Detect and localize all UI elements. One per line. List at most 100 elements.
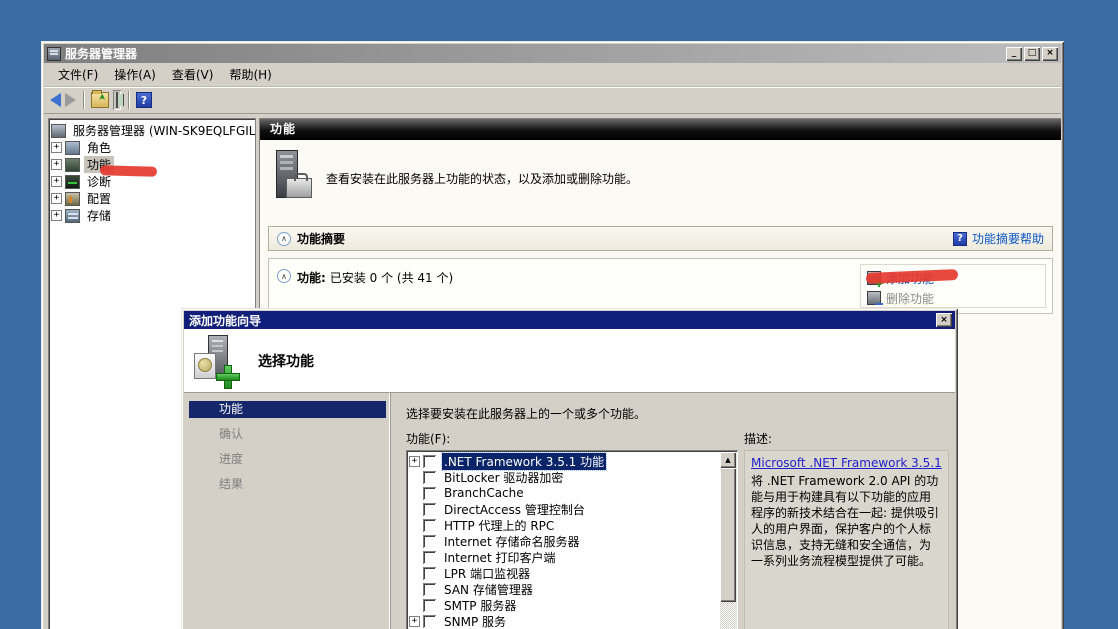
feature-label[interactable]: SAN 存储管理器 — [442, 581, 535, 598]
tree-item-label: 配置 — [84, 190, 114, 207]
menu-view[interactable]: 查看(V) — [164, 63, 222, 86]
remove-features-link[interactable]: 删除功能 — [886, 290, 934, 307]
feature-row[interactable]: BranchCache — [409, 485, 720, 501]
server-manager-icon — [51, 124, 66, 138]
feature-checkbox[interactable] — [423, 551, 436, 564]
feature-label[interactable]: Internet 存储命名服务器 — [442, 533, 581, 550]
feature-row[interactable]: LPR 端口监视器 — [409, 565, 720, 581]
window-titlebar[interactable]: 服务器管理器 _ □ × — [44, 44, 1061, 63]
step-confirmation: 确认 — [189, 426, 386, 443]
console-tree-toggle[interactable] — [113, 90, 121, 110]
features-count-label: 功能: — [297, 269, 326, 286]
menu-bar: 文件(F) 操作(A) 查看(V) 帮助(H) — [44, 63, 1061, 87]
dialog-title: 添加功能向导 — [189, 312, 261, 329]
feature-label[interactable]: Internet 打印客户端 — [442, 549, 557, 566]
menu-file[interactable]: 文件(F) — [50, 63, 106, 86]
features-summary-header: ∧ 功能摘要 ? 功能摘要帮助 — [268, 226, 1053, 251]
tree-item-label: 角色 — [84, 139, 114, 156]
expand-icon[interactable]: + — [51, 159, 62, 170]
feature-checkbox[interactable] — [423, 487, 436, 500]
roles-icon — [65, 141, 80, 155]
window-title: 服务器管理器 — [65, 45, 1006, 62]
expand-icon[interactable]: + — [51, 210, 62, 221]
features-icon — [65, 158, 80, 172]
expand-icon[interactable]: + — [409, 456, 420, 467]
feature-checkbox[interactable] — [423, 567, 436, 580]
expand-icon[interactable]: + — [51, 176, 62, 187]
tree-root[interactable]: 服务器管理器 (WIN-SK9EQLFGIL — [51, 122, 255, 139]
add-features-wizard: 添加功能向导 × 选择功能 功能 确认 进度 结果 选择要安装在此服务器上的一个… — [181, 308, 958, 629]
expand-icon[interactable]: + — [409, 616, 420, 627]
description-box: Microsoft .NET Framework 3.5.1 将 .NET Fr… — [744, 450, 949, 629]
step-features[interactable]: 功能 — [189, 401, 386, 418]
tree-item-label: 诊断 — [84, 173, 114, 190]
diagnostics-icon — [65, 175, 80, 189]
wizard-instruction: 选择要安装在此服务器上的一个或多个功能。 — [406, 405, 951, 422]
minimize-button[interactable]: _ — [1006, 47, 1022, 61]
feature-row[interactable]: + .NET Framework 3.5.1 功能 — [409, 453, 720, 469]
feature-label[interactable]: HTTP 代理上的 RPC — [442, 517, 556, 534]
collapse-chevron-icon[interactable]: ∧ — [277, 232, 291, 246]
tree-item-configuration[interactable]: + 配置 — [51, 190, 255, 207]
feature-label[interactable]: SNMP 服务 — [442, 613, 508, 629]
feature-checkbox[interactable] — [423, 535, 436, 548]
close-button[interactable]: × — [1042, 47, 1058, 61]
expand-icon[interactable]: + — [51, 193, 62, 204]
feature-label[interactable]: BranchCache — [442, 486, 526, 500]
toolbar-separator — [83, 91, 84, 109]
feature-checkbox[interactable] — [423, 471, 436, 484]
scrollbar-thumb[interactable] — [720, 468, 736, 602]
step-results: 结果 — [189, 476, 386, 493]
feature-label[interactable]: BitLocker 驱动器加密 — [442, 469, 565, 486]
collapse-chevron-icon[interactable]: ∧ — [277, 269, 291, 283]
features-listbox[interactable]: + .NET Framework 3.5.1 功能 BitLocker 驱动器加… — [406, 450, 738, 629]
feature-label[interactable]: SMTP 服务器 — [442, 597, 518, 614]
feature-checkbox[interactable] — [423, 503, 436, 516]
red-annotation-features-tree — [100, 165, 157, 176]
feature-row[interactable]: SMTP 服务器 — [409, 597, 720, 613]
menu-action[interactable]: 操作(A) — [106, 63, 164, 86]
feature-label[interactable]: DirectAccess 管理控制台 — [442, 501, 587, 518]
forward-icon[interactable] — [65, 93, 76, 107]
feature-checkbox[interactable] — [423, 455, 436, 468]
features-summary-body: ∧ 功能: 已安装 0 个 (共 41 个) 添加功能 删除功能 — [268, 258, 1053, 314]
wizard-content: 选择要安装在此服务器上的一个或多个功能。 功能(F): + .NET Frame… — [391, 393, 955, 629]
help-icon[interactable]: ? — [136, 92, 152, 108]
description-text: 将 .NET Framework 2.0 API 的功能与用于构建具有以下功能的… — [751, 473, 942, 569]
tree-item-label: 存储 — [84, 207, 114, 224]
feature-row[interactable]: DirectAccess 管理控制台 — [409, 501, 720, 517]
expand-icon[interactable]: + — [51, 142, 62, 153]
dialog-close-button[interactable]: × — [936, 313, 952, 327]
summary-title: 功能摘要 — [297, 230, 953, 247]
toolbar: ? — [44, 87, 1061, 114]
feature-row[interactable]: Internet 存储命名服务器 — [409, 533, 720, 549]
up-level-icon[interactable] — [91, 92, 109, 108]
feature-row[interactable]: Internet 打印客户端 — [409, 549, 720, 565]
feature-row[interactable]: BitLocker 驱动器加密 — [409, 469, 720, 485]
back-icon[interactable] — [50, 93, 61, 107]
menu-help[interactable]: 帮助(H) — [221, 63, 279, 86]
scrollbar-up-icon[interactable]: ▲ — [720, 452, 736, 468]
feature-checkbox[interactable] — [423, 615, 436, 628]
feature-label[interactable]: .NET Framework 3.5.1 功能 — [442, 453, 606, 470]
feature-row[interactable]: SAN 存储管理器 — [409, 581, 720, 597]
add-features-wizard-icon — [194, 335, 240, 387]
maximize-button[interactable]: □ — [1024, 47, 1040, 61]
feature-row[interactable]: + SNMP 服务 — [409, 613, 720, 629]
feature-checkbox[interactable] — [423, 519, 436, 532]
help-badge-icon: ? — [953, 232, 967, 246]
feature-checkbox[interactable] — [423, 599, 436, 612]
remove-features-action[interactable]: 删除功能 — [867, 288, 1039, 308]
summary-help-link[interactable]: 功能摘要帮助 — [972, 230, 1044, 247]
feature-label[interactable]: LPR 端口监视器 — [442, 565, 532, 582]
tree-item-roles[interactable]: + 角色 — [51, 139, 255, 156]
description-link[interactable]: Microsoft .NET Framework 3.5.1 — [751, 456, 942, 470]
features-list-label: 功能(F): — [406, 430, 738, 447]
feature-checkbox[interactable] — [423, 583, 436, 596]
listbox-scrollbar[interactable]: ▲ — [720, 452, 736, 629]
storage-icon — [65, 209, 80, 223]
dialog-titlebar[interactable]: 添加功能向导 × — [184, 311, 955, 329]
feature-row[interactable]: HTTP 代理上的 RPC — [409, 517, 720, 533]
tree-item-storage[interactable]: + 存储 — [51, 207, 255, 224]
console-tree-icon — [116, 92, 118, 108]
